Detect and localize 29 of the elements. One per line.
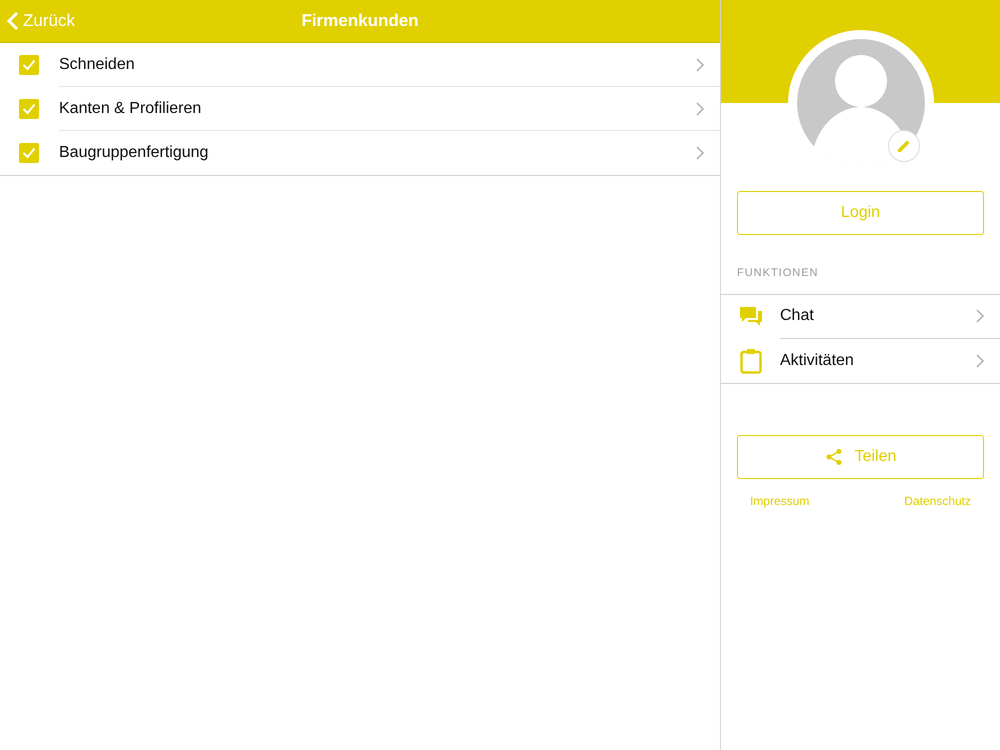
checkmark-icon: [22, 103, 36, 115]
checkmark-icon: [22, 147, 36, 159]
category-row[interactable]: Baugruppenfertigung: [0, 131, 720, 175]
section-heading: FUNKTIONEN: [736, 266, 820, 281]
pencil-icon: [896, 138, 912, 154]
chevron-right-icon: [976, 309, 984, 323]
category-row[interactable]: Kanten & Profilieren: [0, 87, 720, 131]
navigation-title: Firmenkunden: [301, 10, 419, 32]
share-icon: [824, 448, 843, 466]
chevron-right-icon: [696, 102, 704, 116]
chevron-right-icon: [696, 58, 704, 72]
category-row[interactable]: Schneiden: [0, 43, 720, 87]
chat-bubbles-icon: [739, 306, 763, 328]
function-row[interactable]: Chat: [721, 294, 1000, 338]
category-label: Schneiden: [59, 54, 136, 74]
checkmark-icon: [22, 59, 36, 71]
function-label: Chat: [780, 306, 815, 326]
chevron-right-icon: [976, 354, 984, 368]
category-label: Kanten & Profilieren: [59, 98, 202, 118]
checkbox[interactable]: [19, 99, 39, 119]
chevron-right-icon: [696, 146, 704, 160]
checkbox[interactable]: [19, 143, 39, 163]
function-label: Aktivitäten: [780, 350, 855, 370]
category-label: Baugruppenfertigung: [59, 143, 210, 163]
clipboard-icon: [740, 348, 762, 374]
function-row[interactable]: Aktivitäten: [721, 338, 1000, 382]
checkbox[interactable]: [19, 55, 39, 75]
chevron-left-icon: [7, 11, 19, 31]
avatar-placeholder-icon: [796, 39, 924, 167]
